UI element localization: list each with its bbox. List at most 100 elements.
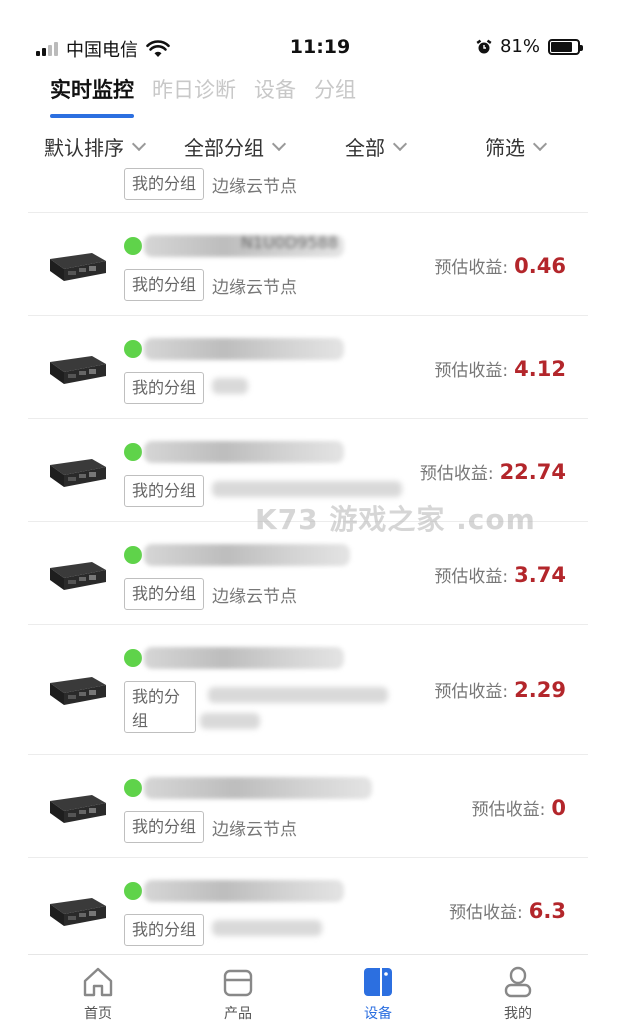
group-dropdown-label: 全部分组 — [184, 136, 264, 160]
device-image — [46, 247, 110, 283]
alarm-icon — [476, 39, 492, 53]
device-name-redacted — [144, 441, 344, 463]
device-image — [46, 892, 110, 928]
group-tag: 我的分组 — [124, 269, 205, 301]
node-type-label: 边缘云节点 — [212, 278, 297, 298]
earnings-label: 预估收益: — [471, 800, 546, 820]
node-type-label: 边缘云节点 — [212, 587, 297, 607]
online-status-dot — [124, 649, 142, 667]
earnings-label: 预估收益: — [434, 682, 509, 702]
device-name-redacted — [144, 647, 344, 669]
bottom-nav: 首页 产品 设备 我的 — [28, 954, 588, 1032]
sort-dropdown[interactable]: 默认排序 — [44, 132, 147, 161]
group-tag: 我的分组 — [124, 475, 205, 507]
group-tag: 我的分组 — [124, 372, 205, 404]
online-status-dot — [124, 546, 142, 564]
device-image — [46, 671, 110, 707]
nav-products[interactable]: 产品 — [168, 955, 308, 1032]
device-icon — [364, 968, 392, 996]
node-label-redacted — [208, 687, 388, 703]
earnings-label: 预估收益: — [434, 567, 509, 587]
nav-devices[interactable]: 设备 — [308, 955, 448, 1032]
chevron-down-icon — [271, 136, 287, 151]
node-label-redacted — [212, 920, 322, 936]
nav-profile-label: 我的 — [504, 1006, 532, 1022]
nav-home[interactable]: 首页 — [28, 955, 168, 1032]
filter-dropdown[interactable]: 筛选 — [485, 132, 548, 161]
device-row[interactable]: 我的分组 边缘云节点 — [28, 168, 588, 213]
device-image — [46, 556, 110, 592]
node-type-label: 边缘云节点 — [212, 177, 297, 197]
earnings-label: 预估收益: — [449, 903, 523, 923]
chevron-down-icon — [392, 136, 408, 151]
status-dropdown[interactable]: 全部 — [345, 132, 408, 161]
battery-percent: 81% — [499, 36, 540, 57]
device-row[interactable]: 我的分组 预估收益: 4.12 — [28, 316, 588, 419]
earnings: 预估收益: 0 — [472, 795, 566, 820]
device-row[interactable]: 我的分组 预估收益: 2.29 — [28, 625, 588, 755]
sort-dropdown-label: 默认排序 — [44, 136, 124, 160]
online-status-dot — [124, 882, 142, 900]
device-row[interactable]: N1U0D9588 我的分组 边缘云节点 预估收益: 0.46 — [28, 213, 588, 316]
earnings-value: 6.3 — [528, 899, 566, 923]
device-image — [46, 350, 110, 386]
node-type-label: 边缘云节点 — [212, 820, 297, 840]
status-right: 81% — [476, 36, 583, 57]
nav-profile[interactable]: 我的 — [448, 955, 588, 1032]
chevron-down-icon — [532, 136, 548, 151]
device-name-redacted — [144, 880, 344, 902]
group-tag: 我的分组 — [124, 578, 205, 610]
device-row[interactable]: 我的分组 预估收益: 6.3 — [28, 858, 588, 954]
earnings: 预估收益: 22.74 — [420, 459, 566, 484]
status-dropdown-label: 全部 — [345, 136, 385, 160]
device-name-redacted: N1U0D9588 — [144, 233, 344, 257]
nav-devices-label: 设备 — [364, 1006, 392, 1022]
group-dropdown[interactable]: 全部分组 — [184, 132, 287, 161]
group-tag: 我的分组 — [124, 681, 196, 733]
node-label-redacted — [212, 481, 402, 497]
device-name-redacted — [144, 338, 344, 360]
device-row[interactable]: 我的分组 边缘云节点 预估收益: 0 — [28, 755, 588, 858]
nav-products-label: 产品 — [224, 1006, 252, 1022]
earnings-value: 0.46 — [514, 254, 566, 278]
tab-realtime-monitor[interactable]: 实时监控 — [50, 74, 134, 118]
nav-home-label: 首页 — [84, 1006, 112, 1022]
earnings: 预估收益: 4.12 — [434, 356, 566, 381]
earnings-value: 4.12 — [514, 357, 566, 381]
earnings: 预估收益: 6.3 — [449, 898, 566, 923]
earnings-value: 2.29 — [514, 678, 566, 702]
online-status-dot — [124, 237, 142, 255]
device-name-redacted — [144, 777, 372, 799]
tab-devices[interactable]: 设备 — [254, 74, 296, 118]
box-icon — [223, 969, 253, 997]
tab-groups[interactable]: 分组 — [314, 74, 356, 118]
online-status-dot — [124, 779, 142, 797]
earnings: 预估收益: 3.74 — [434, 562, 566, 587]
earnings-label: 预估收益: — [419, 464, 494, 484]
earnings-value: 22.74 — [499, 460, 566, 484]
node-label-redacted — [200, 713, 260, 729]
group-tag: 我的分组 — [124, 811, 205, 843]
earnings: 预估收益: 2.29 — [434, 677, 566, 702]
device-image — [46, 453, 110, 489]
earnings-value: 3.74 — [514, 563, 566, 587]
group-tag: 我的分组 — [124, 914, 205, 946]
filter-bar: 默认排序 全部分组 全部 筛选 — [0, 128, 640, 168]
tab-yesterday-diagnosis[interactable]: 昨日诊断 — [152, 74, 236, 118]
home-icon — [83, 967, 113, 997]
online-status-dot — [124, 443, 142, 461]
chevron-down-icon — [131, 136, 147, 151]
device-name-redacted — [144, 544, 350, 566]
device-list[interactable]: 我的分组 边缘云节点 N1U0D9588 我的分组 边缘云节点 预估收益: 0.… — [28, 168, 588, 954]
earnings-label: 预估收益: — [434, 258, 509, 278]
earnings-label: 预估收益: — [434, 361, 509, 381]
watermark: K73 游戏之家 .com — [255, 503, 536, 536]
earnings: 预估收益: 0.46 — [434, 253, 566, 278]
user-icon — [504, 966, 532, 998]
earnings-value: 0 — [551, 796, 566, 820]
top-tabs: 实时监控 昨日诊断 设备 分组 — [50, 74, 356, 118]
node-label-redacted — [212, 378, 248, 394]
group-tag: 我的分组 — [124, 168, 205, 200]
online-status-dot — [124, 340, 142, 358]
battery-icon — [548, 38, 583, 55]
